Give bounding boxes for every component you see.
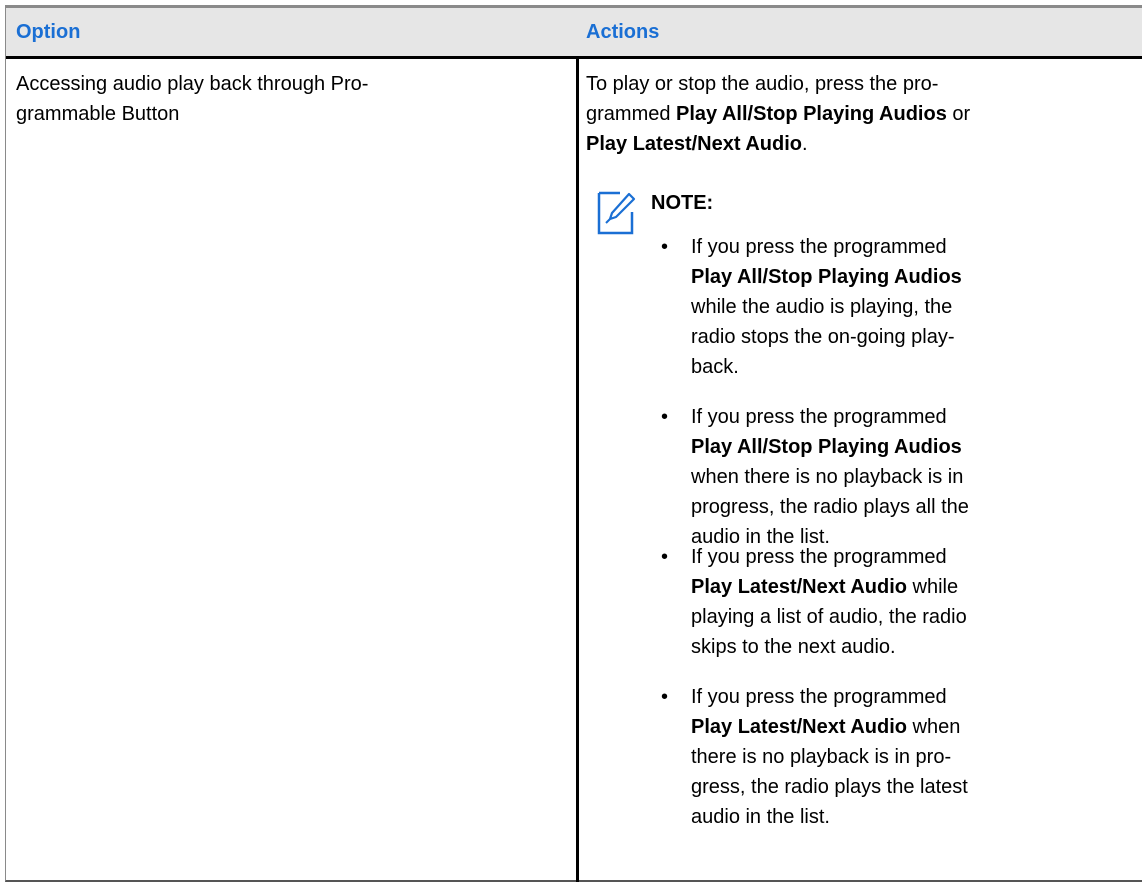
bullet-line: progress, the radio plays all the [691, 496, 969, 518]
bullet-text: If you press the programmed Play Latest/… [691, 542, 967, 662]
header-option: Option [16, 21, 81, 43]
bullet-line: radio stops the on-going play- [691, 326, 955, 348]
note-pencil-icon [597, 191, 636, 235]
bullet-button-name: Play All/Stop Playing Audios [691, 436, 962, 458]
action-button-name: Play All/Stop Playing Audios [676, 103, 947, 125]
note-label: NOTE: [651, 192, 714, 214]
bullet-icon: • [661, 546, 669, 568]
bullet-line: playing a list of audio, the radio [691, 606, 967, 628]
bullet-line: there is no playback is in pro- [691, 746, 952, 768]
bullet-text: If you press the programmed Play All/Sto… [691, 402, 969, 552]
bullet-text: If you press the programmed Play All/Sto… [691, 232, 962, 382]
header-actions: Actions [586, 21, 660, 43]
options-table: Option Actions Accessing audio play back… [5, 5, 1142, 882]
table-header-row: Option Actions [6, 8, 1142, 59]
action-text-line: grammed Play All/Stop Playing Audios or [586, 99, 970, 129]
bullet-button-name: Play All/Stop Playing Audios [691, 266, 962, 288]
actions-cell: To play or stop the audio, press the pro… [586, 69, 970, 159]
bullet-text-fragment: when [906, 716, 961, 738]
bullet-line: Play Latest/Next Audio while [691, 572, 967, 602]
bullet-button-name: Play Latest/Next Audio [691, 576, 907, 598]
bullet-line: while the audio is playing, the [691, 296, 953, 318]
bullet-line: If you press the programmed [691, 406, 947, 428]
action-text: . [801, 133, 808, 155]
bullet-line: If you press the programmed [691, 546, 947, 568]
action-text-line: Play Latest/Next Audio. [586, 129, 970, 159]
bullet-text: If you press the programmed Play Latest/… [691, 682, 968, 832]
bullet-icon: • [661, 236, 669, 258]
bullet-icon: • [661, 406, 669, 428]
option-text-line: grammable Button [16, 103, 180, 125]
bullet-line: skips to the next audio. [691, 636, 896, 658]
option-text-line: Accessing audio play back through Pro- [16, 73, 369, 95]
bullet-line: audio in the list. [691, 806, 830, 828]
bullet-line: back. [691, 356, 739, 378]
bullet-button-name: Play Latest/Next Audio [691, 716, 907, 738]
bullet-line: If you press the programmed [691, 236, 947, 258]
action-button-name: Play Latest/Next Audio [586, 133, 802, 155]
action-text: grammed [586, 103, 677, 125]
bullet-line: If you press the programmed [691, 686, 947, 708]
bullet-line: gress, the radio plays the latest [691, 776, 968, 798]
action-text: or [946, 103, 971, 125]
bullet-line: Play Latest/Next Audio when [691, 712, 968, 742]
option-cell: Accessing audio play back through Pro- g… [16, 69, 368, 129]
bullet-text-fragment: while [906, 576, 959, 598]
bullet-icon: • [661, 686, 669, 708]
action-text-line: To play or stop the audio, press the pro… [586, 73, 939, 95]
bullet-line: when there is no playback is in [691, 466, 964, 488]
column-divider [576, 59, 579, 882]
